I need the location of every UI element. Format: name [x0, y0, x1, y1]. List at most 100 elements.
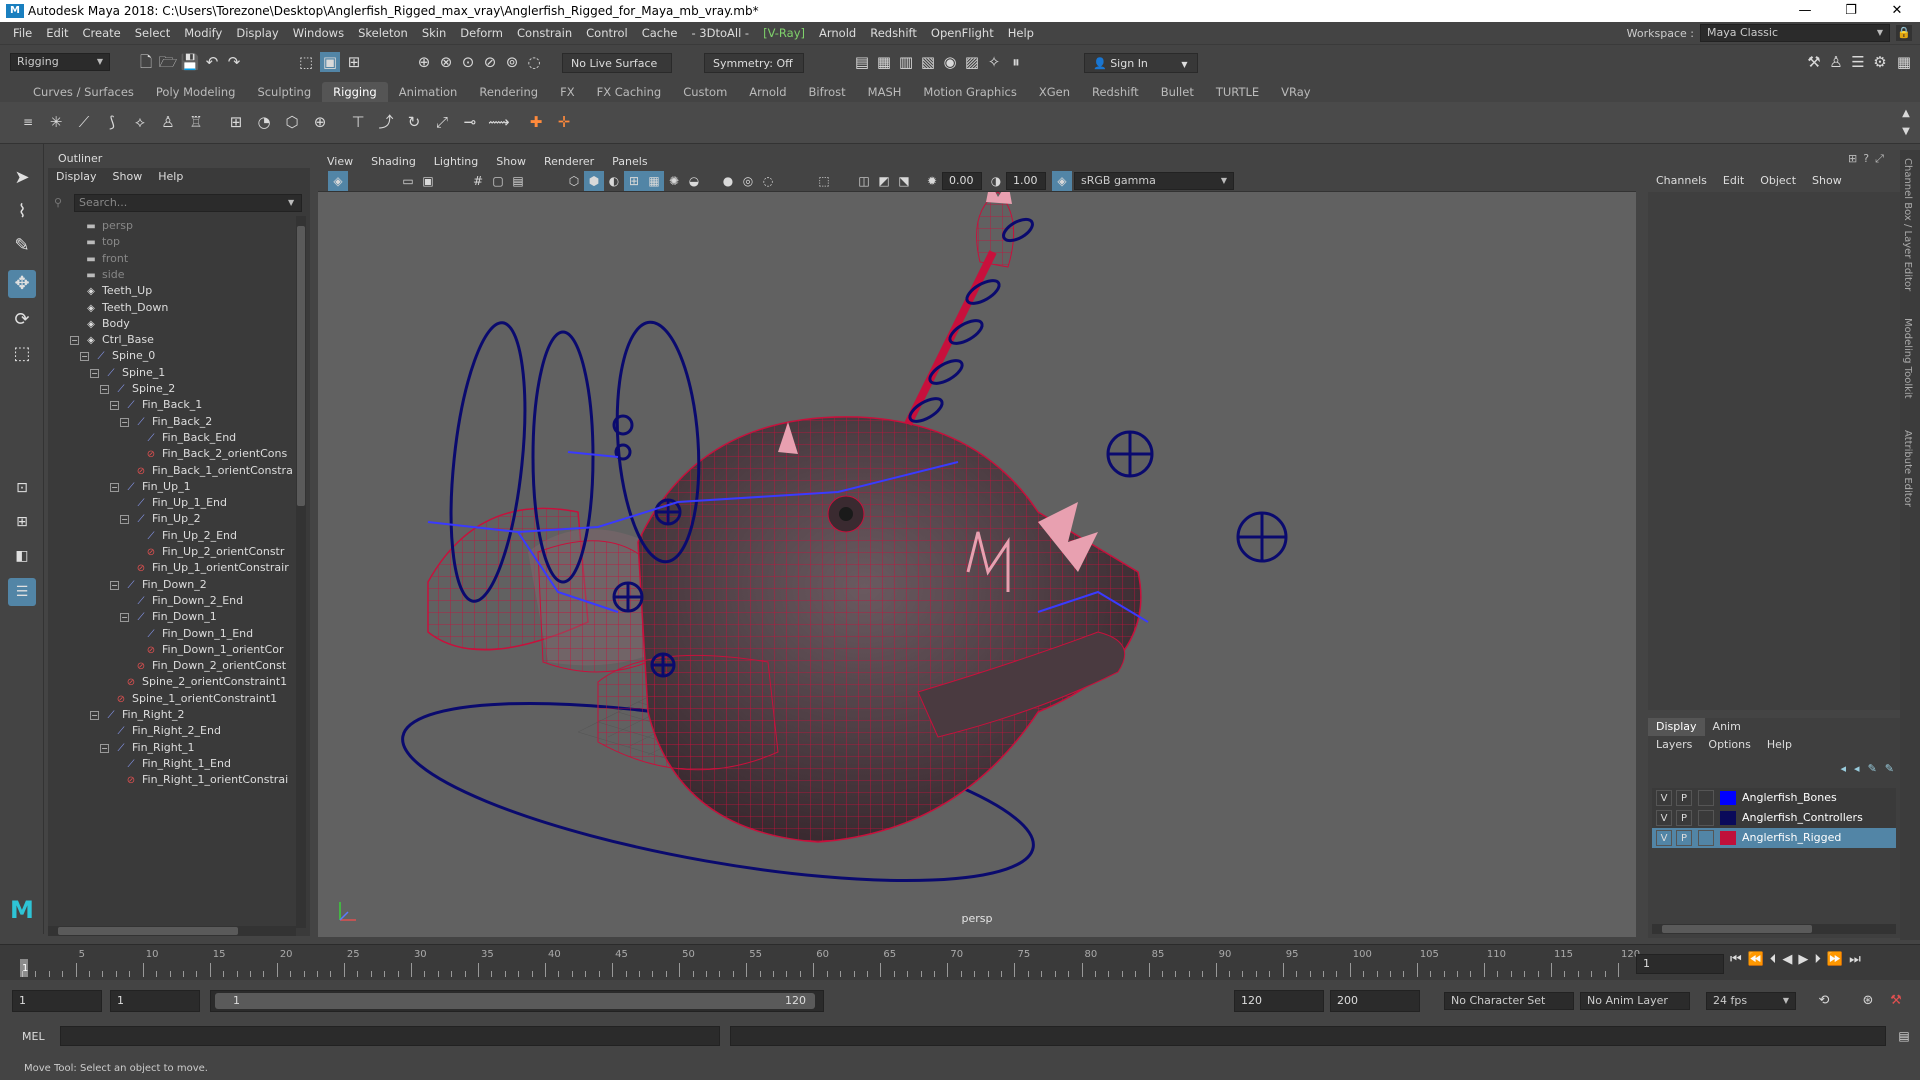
ao-icon[interactable]: ● [718, 171, 738, 191]
time-slider[interactable]: 5 10 15 20 25 30 35 40 45 50 55 60 65 70 75 80 85 90 95 100… [0, 944, 1920, 980]
viewport-menu-shading[interactable]: Shading [362, 155, 425, 168]
smooth-shade-icon[interactable]: ⬢ [584, 171, 604, 191]
end-time-field[interactable]: 200 [1330, 990, 1420, 1012]
gamma-field[interactable]: 1.00 [1006, 172, 1046, 190]
time-ruler[interactable]: 5 10 15 20 25 30 35 40 45 50 55 60 65 70 75 80 85 90 95 100… [20, 949, 1640, 977]
menu-file[interactable]: File [6, 26, 39, 40]
expand-toggle-icon[interactable]: − [70, 336, 79, 346]
isolate-select-icon[interactable]: ⬚ [814, 171, 834, 191]
expand-toggle-icon[interactable]: − [100, 385, 109, 394]
play-forward-icon[interactable]: ▶ [1798, 952, 1808, 967]
side-tab-modeling-toolkit[interactable]: Modeling Toolkit [1902, 318, 1913, 399]
menu-windows[interactable]: Windows [286, 26, 351, 40]
expand-toggle-icon[interactable]: − [80, 352, 89, 362]
shelf-tab-arnold[interactable]: Arnold [738, 82, 797, 102]
shelf-tab-bifrost[interactable]: Bifrost [798, 82, 857, 102]
undo-icon[interactable]: ↶ [202, 52, 222, 72]
menu-control[interactable]: Control [579, 26, 635, 40]
search-options-icon[interactable]: ▼ [288, 198, 294, 207]
wireframe-on-shaded-icon[interactable]: ⊞ [624, 171, 644, 191]
layer-row[interactable]: V P Anglerfish_Controllers [1652, 808, 1896, 828]
gamma-icon[interactable]: ◑ [986, 171, 1006, 191]
playback-toggle[interactable]: P [1676, 830, 1692, 846]
quick-rig-icon[interactable]: ♖ [186, 112, 206, 132]
shelf-tab-curves-surfaces[interactable]: Curves / Surfaces [22, 82, 145, 102]
restore-button[interactable]: ❐ [1828, 0, 1874, 22]
backface-icon[interactable]: ⬔ [894, 171, 914, 191]
outliner-search-input[interactable]: Search... [74, 194, 302, 212]
insert-joint-icon[interactable]: ⟡ [130, 112, 150, 132]
new-scene-icon[interactable]: 🗋 [136, 52, 156, 72]
light-editor-icon[interactable]: ✧ [984, 52, 1004, 72]
menu-display[interactable]: Display [229, 26, 285, 40]
default-material-icon[interactable]: ◐ [604, 171, 624, 191]
fps-dropdown[interactable]: 24 fps ▼ [1706, 992, 1796, 1010]
channel-box-icon[interactable]: ▦ [1894, 52, 1914, 72]
single-view-icon[interactable]: ⊡ [8, 474, 36, 502]
expand-toggle-icon[interactable]: − [110, 580, 119, 590]
workspace-dropdown[interactable]: Maya Classic ▼ [1700, 24, 1890, 42]
symmetry-button[interactable]: Symmetry: Off [704, 53, 804, 73]
use-lights-icon[interactable]: ✺ [664, 171, 684, 191]
menu-constrain[interactable]: Constrain [510, 26, 579, 40]
move-layer-up-icon[interactable]: ◂ [1841, 762, 1847, 775]
channel-menu-show[interactable]: Show [1804, 170, 1850, 192]
snap-curve-icon[interactable]: ⊗ [436, 52, 456, 72]
go-to-start-icon[interactable]: ⏮ [1730, 952, 1742, 967]
shelf-tab-poly-modeling[interactable]: Poly Modeling [145, 82, 247, 102]
point-constraint-icon[interactable]: ⊤ [348, 112, 368, 132]
shelf-scroll-down-icon[interactable]: ▼ [1896, 122, 1916, 142]
viewport-menu-panels[interactable]: Panels [603, 155, 656, 168]
viewport-menu-show[interactable]: Show [487, 155, 535, 168]
color-management-icon[interactable]: ◈ [1052, 171, 1072, 191]
custom-tool-2-icon[interactable]: ✛ [554, 112, 574, 132]
shelf-tab-xgen[interactable]: XGen [1028, 82, 1081, 102]
select-camera-icon[interactable]: ◈ [328, 171, 348, 191]
textured-icon[interactable]: ▦ [644, 171, 664, 191]
modeling-toolkit-icon[interactable]: ⚒ [1804, 52, 1824, 72]
live-surface-button[interactable]: No Live Surface [562, 53, 672, 73]
layer-hscrollbar[interactable] [1652, 924, 1896, 934]
outliner-scrollbar[interactable] [296, 216, 306, 928]
visibility-toggle[interactable]: V [1656, 790, 1672, 806]
shelf-tab-bullet[interactable]: Bullet [1150, 82, 1205, 102]
shelf-tab-fx[interactable]: FX [549, 82, 586, 102]
side-tab-channel-box[interactable]: Channel Box / Layer Editor [1902, 158, 1913, 291]
shelf-tab-custom[interactable]: Custom [672, 82, 738, 102]
minimize-button[interactable]: — [1782, 0, 1828, 22]
render-setup-icon[interactable]: ▨ [962, 52, 982, 72]
layout-icon[interactable]: ⊞ [1848, 152, 1857, 166]
channel-menu-object[interactable]: Object [1752, 170, 1804, 192]
motion-blur-icon[interactable]: ◎ [738, 171, 758, 191]
play-backward-icon[interactable]: ◀ [1782, 952, 1792, 967]
outliner-menu-show[interactable]: Show [105, 168, 151, 186]
shelf-tab-animation[interactable]: Animation [388, 82, 469, 102]
rotate-tool-icon[interactable]: ⟳ [8, 306, 36, 334]
shelf-tab-fx-caching[interactable]: FX Caching [586, 82, 673, 102]
layer-menu-help[interactable]: Help [1759, 736, 1800, 754]
expand-toggle-icon[interactable]: − [110, 482, 119, 492]
playback-toggle[interactable]: P [1676, 790, 1692, 806]
shelf-tab-sculpting[interactable]: Sculpting [246, 82, 322, 102]
close-button[interactable]: ✕ [1874, 0, 1920, 22]
shelf-tab-rigging[interactable]: Rigging [322, 82, 388, 102]
channel-menu-channels[interactable]: Channels [1648, 170, 1715, 192]
menu-deform[interactable]: Deform [453, 26, 510, 40]
expand-toggle-icon[interactable]: − [100, 743, 109, 753]
aim-constraint-icon[interactable]: ⤴ [376, 112, 396, 132]
menu-edit[interactable]: Edit [39, 26, 75, 40]
side-tab-attribute-editor[interactable]: Attribute Editor [1902, 430, 1913, 507]
range-slider[interactable]: 1 120 [210, 990, 824, 1012]
tool-settings-icon[interactable]: ⚙ [1870, 52, 1890, 72]
visibility-toggle[interactable]: V [1656, 830, 1672, 846]
snap-grid-icon[interactable]: ⊕ [414, 52, 434, 72]
layer-color-swatch[interactable] [1720, 811, 1736, 825]
scale-tool-icon[interactable]: ⬚ [8, 340, 36, 368]
character-set-dropdown[interactable]: No Character Set [1444, 992, 1574, 1010]
layer-menu-layers[interactable]: Layers [1648, 736, 1700, 754]
scale-constraint-icon[interactable]: ⤢ [432, 112, 452, 132]
create-joints-icon[interactable]: ✳ [46, 112, 66, 132]
select-tool-icon[interactable]: ➤ [8, 164, 36, 192]
ipr-render-icon[interactable]: ▥ [896, 52, 916, 72]
layer-tab-anim[interactable]: Anim [1705, 718, 1749, 736]
